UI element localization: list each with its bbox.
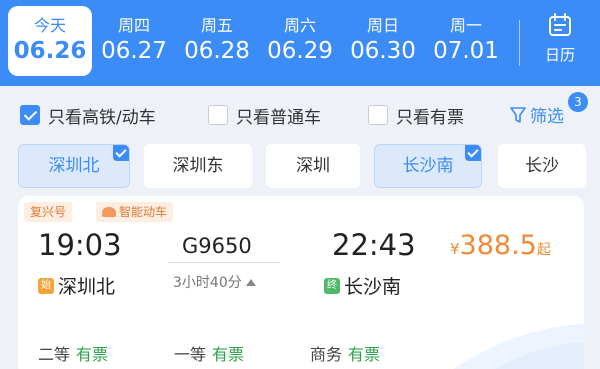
date-value: 06.29: [267, 38, 333, 64]
filter-label: 只看普通车: [236, 107, 321, 128]
date-value: 07.01: [433, 38, 499, 64]
station-chip-label: 深圳东: [172, 156, 224, 176]
filter-label: 只看有票: [396, 107, 464, 128]
depart-time: 19:03: [38, 228, 122, 262]
to-station: 终 长沙南: [324, 272, 401, 299]
duration[interactable]: 3小时40分: [173, 272, 256, 292]
station-chip-shenzhen-east[interactable]: 深圳东: [144, 144, 252, 188]
tag-smart-emu: 智能动车: [96, 202, 174, 222]
filter-button[interactable]: 筛选: [510, 102, 564, 127]
checkbox[interactable]: [208, 105, 228, 125]
station-chip-label: 长沙: [525, 156, 559, 176]
checkbox-checked[interactable]: [20, 105, 40, 125]
tag-fuxing: 复兴号: [24, 202, 73, 222]
station-chip-shenzhen-north[interactable]: 深圳北: [18, 144, 130, 188]
date-item[interactable]: 周一 07.01: [426, 0, 506, 86]
station-chip-changsha-south[interactable]: 长沙南: [374, 144, 482, 188]
station-chip-label: 深圳北: [48, 156, 100, 176]
divider: [519, 20, 520, 66]
seat-class: 商务: [310, 345, 343, 364]
duration-text: 3小时40分: [173, 275, 242, 291]
start-marker-icon: 始: [38, 277, 54, 294]
from-station-name: 深圳北: [58, 276, 116, 298]
tag-label: 智能动车: [119, 205, 168, 219]
seat-first-class: 一等 有票: [174, 341, 244, 365]
date-dow: 今天: [33, 16, 66, 35]
seat-second-class: 二等 有票: [38, 341, 108, 365]
date-bar: 今天 06.26 周四 06.27 周五 06.28 周六 06.29 周日 0…: [0, 0, 600, 86]
arrive-time: 22:43: [332, 228, 416, 262]
price: ¥388.5起: [450, 230, 551, 261]
date-value: 06.30: [350, 38, 416, 64]
price-value: 388.5: [459, 230, 537, 261]
calendar-icon: [549, 13, 571, 36]
calendar-label: 日历: [544, 46, 575, 64]
train-number[interactable]: G9650: [182, 234, 252, 258]
seat-business-class: 商务 有票: [310, 341, 380, 365]
date-item-today[interactable]: 今天 06.26: [8, 6, 92, 76]
filter-high-speed[interactable]: 只看高铁/动车: [20, 104, 156, 128]
filter-available[interactable]: 只看有票: [368, 104, 464, 128]
price-suffix: 起: [536, 242, 551, 258]
check-icon: [113, 145, 129, 161]
date-value: 06.27: [101, 38, 167, 64]
date-item[interactable]: 周四 06.27: [94, 0, 174, 86]
filter-count-badge: 3: [568, 92, 588, 112]
date-value: 06.28: [184, 38, 250, 64]
funnel-icon: [510, 106, 526, 123]
tag-label: 复兴号: [30, 205, 67, 219]
station-row: 深圳北 深圳东 深圳 长沙南 长沙: [0, 142, 600, 192]
seat-status: 有票: [76, 345, 109, 364]
to-station-name: 长沙南: [344, 276, 402, 298]
seat-class: 一等: [174, 345, 207, 364]
checkbox[interactable]: [368, 105, 388, 125]
date-dow: 周一: [449, 16, 482, 35]
station-chip-label: 长沙南: [402, 156, 454, 176]
end-marker-icon: 终: [324, 277, 340, 294]
train-card[interactable]: 复兴号 智能动车 19:03 G9650 3小时40分 22:43 ¥388.5…: [18, 196, 584, 369]
date-item[interactable]: 周五 06.28: [177, 0, 257, 86]
seat-status: 有票: [348, 345, 381, 364]
calendar-button[interactable]: 日历: [528, 12, 592, 72]
date-dow: 周五: [200, 16, 233, 35]
date-dow: 周四: [117, 16, 150, 35]
date-value: 06.26: [13, 38, 87, 64]
date-dow: 周日: [366, 16, 399, 35]
filter-label: 只看高铁/动车: [48, 107, 156, 128]
filter-button-label: 筛选: [530, 107, 564, 127]
station-chip-changsha[interactable]: 长沙: [498, 144, 586, 188]
date-item[interactable]: 周日 06.30: [343, 0, 423, 86]
duration-divider: [168, 262, 280, 263]
station-chip-label: 深圳: [296, 156, 330, 176]
train-icon: [102, 207, 116, 217]
caret-up-icon: [245, 279, 256, 286]
date-dow: 周六: [283, 16, 316, 35]
station-chip-shenzhen[interactable]: 深圳: [266, 144, 360, 188]
train-silhouette-icon: [453, 324, 584, 369]
from-station: 始 深圳北: [38, 272, 115, 299]
filter-regular[interactable]: 只看普通车: [208, 104, 321, 128]
seat-status: 有票: [212, 345, 245, 364]
seat-class: 二等: [38, 345, 71, 364]
check-icon: [465, 145, 481, 161]
date-item[interactable]: 周六 06.29: [260, 0, 340, 86]
price-symbol: ¥: [450, 240, 460, 258]
filter-row: 只看高铁/动车 只看普通车 只看有票 筛选 3: [0, 86, 600, 140]
